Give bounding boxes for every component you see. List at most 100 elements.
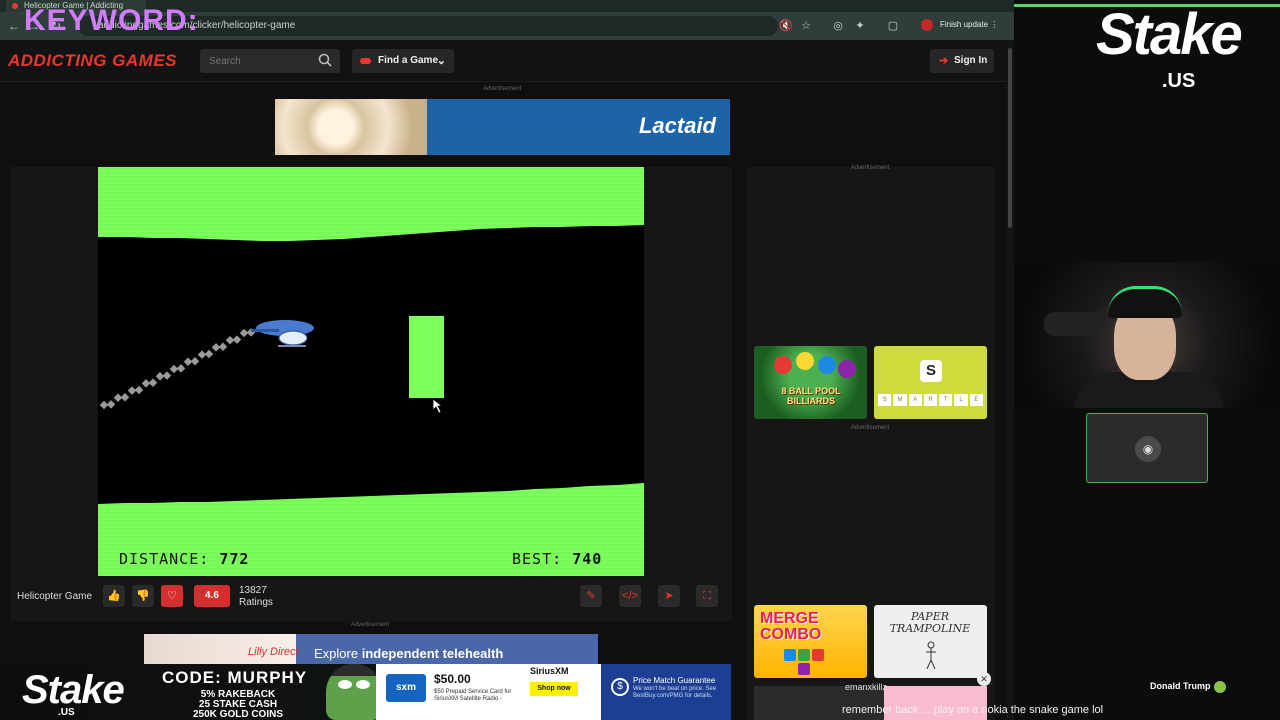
chat-display-name: Donald Trump bbox=[1150, 681, 1211, 691]
streamer-cap bbox=[1108, 286, 1182, 318]
sign-in-label: Sign In bbox=[954, 55, 988, 66]
search-icon[interactable] bbox=[318, 53, 332, 67]
page-scrollbar[interactable] bbox=[1006, 40, 1014, 720]
letter-tile: A bbox=[908, 394, 922, 406]
extension-icon[interactable]: ◎ bbox=[830, 18, 846, 34]
sxm-description: $50 Prepaid Service Card for SiriusXM Sa… bbox=[434, 689, 512, 702]
embed-code-button[interactable]: </> bbox=[619, 585, 641, 607]
ball-shape bbox=[796, 352, 814, 370]
ball-shape bbox=[774, 356, 792, 374]
site-logo[interactable]: ADDICTING GAMES bbox=[8, 51, 177, 71]
smoke-puff bbox=[190, 356, 200, 366]
emote-eye bbox=[356, 680, 370, 689]
price-match-ad[interactable]: $ Price Match Guarantee We won't be beat… bbox=[601, 664, 731, 720]
top-banner-ad[interactable]: Lactaid bbox=[275, 99, 730, 155]
bottom-banner-ad[interactable]: Lilly Direct Explore independent telehea… bbox=[144, 634, 598, 664]
smoke-puff bbox=[99, 400, 109, 410]
letter-tile: M bbox=[893, 394, 907, 406]
cave-ceiling bbox=[98, 167, 644, 241]
ad-brand: Lilly Direct bbox=[248, 646, 299, 658]
letter-tile: T bbox=[939, 394, 953, 406]
siriusxm-ad[interactable]: sxm SiriusXM $50.00 $50 Prepaid Service … bbox=[376, 664, 601, 720]
mute-icon[interactable]: 🔇 bbox=[778, 18, 794, 34]
ratings-summary: 13827 Ratings bbox=[239, 585, 273, 609]
finish-update-button[interactable]: Finish update ⋮ bbox=[940, 16, 998, 34]
thumb-title: MERGE COMBO bbox=[760, 610, 822, 643]
chevron-down-icon: ⌄ bbox=[436, 55, 446, 67]
game-thumb-billiards[interactable]: 8 BALL POOL BILLIARDS bbox=[754, 346, 867, 419]
letter-tile: R bbox=[923, 394, 938, 406]
ad-brand: Lactaid bbox=[638, 113, 716, 138]
thumbs-down-button[interactable]: 👎 bbox=[132, 585, 154, 607]
stick-figure-icon bbox=[926, 641, 936, 670]
best-value: 740 bbox=[572, 550, 603, 568]
distance-readout: DISTANCE: 772 bbox=[119, 550, 249, 568]
ad-label-top: Advertisement bbox=[482, 86, 522, 92]
ratings-count: 13827 bbox=[239, 585, 267, 596]
scrollbar-thumb[interactable] bbox=[1008, 48, 1012, 228]
finish-update-label: Finish update bbox=[940, 20, 989, 29]
smoke-puff bbox=[120, 392, 130, 402]
shop-now-button[interactable]: Shop now bbox=[530, 682, 578, 696]
close-ad-icon[interactable]: ✕ bbox=[977, 672, 991, 686]
fullscreen-button[interactable]: ⛶ bbox=[696, 585, 718, 607]
puzzle-icon[interactable]: ✦ bbox=[852, 18, 868, 34]
bookmark-star-icon[interactable]: ☆ bbox=[798, 18, 814, 34]
gamepad-icon bbox=[360, 58, 371, 64]
game-thumb-smartle[interactable]: S S M A R T L E bbox=[874, 346, 987, 419]
distance-value: 772 bbox=[219, 550, 250, 568]
profile-avatar-icon[interactable] bbox=[921, 19, 933, 31]
ad-text-bold: independent telehealth bbox=[361, 646, 504, 661]
edit-pencil-button[interactable]: ✎ bbox=[580, 585, 602, 607]
thumbs-up-button[interactable]: 👍 bbox=[103, 585, 125, 607]
ad-label-bottom: Advertisement bbox=[350, 622, 390, 628]
sxm-brand: SiriusXM bbox=[530, 666, 569, 676]
favorite-heart-button[interactable]: ♡ bbox=[161, 585, 183, 607]
dollar-icon: $ bbox=[611, 678, 629, 696]
emote-hat bbox=[326, 664, 382, 676]
smoke-puff bbox=[127, 386, 137, 395]
share-button[interactable]: ➤ bbox=[658, 585, 680, 607]
best-readout: BEST: 740 bbox=[512, 550, 602, 568]
pepe-emote bbox=[326, 664, 382, 720]
thumb-title: 8 BALL POOL BILLIARDS bbox=[781, 386, 841, 406]
microphone-shape bbox=[1044, 312, 1104, 336]
game-canvas[interactable] bbox=[98, 167, 644, 576]
game-scene bbox=[98, 167, 644, 576]
find-a-game-button[interactable]: Find a Game ⌄ bbox=[352, 49, 454, 73]
game-thumb-merge-combo[interactable]: MERGE COMBO bbox=[754, 605, 867, 678]
smoke-puff bbox=[169, 364, 179, 374]
sxm-logo: sxm bbox=[386, 674, 426, 702]
ball-shape bbox=[818, 356, 836, 374]
back-icon[interactable]: ← bbox=[6, 18, 22, 34]
camera-icon: ◉ bbox=[1135, 436, 1161, 462]
smoke-puff bbox=[148, 378, 158, 388]
letter-tile: S bbox=[878, 394, 892, 406]
search-input[interactable] bbox=[200, 49, 312, 73]
smoke-puff bbox=[197, 350, 207, 359]
smoke-puff bbox=[218, 342, 228, 352]
ad-photo bbox=[275, 99, 427, 155]
favicon-icon bbox=[12, 3, 18, 9]
keyword-overlay: KEYWORD: bbox=[24, 4, 199, 37]
promo-stake-logo: Stake bbox=[22, 668, 125, 712]
search-box bbox=[200, 49, 340, 73]
price-match-title: Price Match Guarantee bbox=[633, 676, 716, 685]
block-shape bbox=[798, 663, 810, 675]
ad-label-side-2: Advertisement bbox=[850, 425, 890, 431]
sign-in-button[interactable]: ➔ Sign In bbox=[930, 49, 994, 73]
game-thumb-paper-trampoline[interactable]: PAPER TRAMPOLINE bbox=[874, 605, 987, 678]
screen: Helicopter Game | Addicting ← → ↻ addict… bbox=[0, 0, 1280, 720]
ball-shape bbox=[838, 360, 856, 378]
sidepanel-icon[interactable]: ▢ bbox=[885, 18, 901, 34]
ratings-label: Ratings bbox=[239, 597, 273, 608]
site-header: ADDICTING GAMES Find a Game ⌄ ➔ Sign In bbox=[0, 40, 1006, 82]
ad-text: Explore independent telehealth bbox=[314, 646, 503, 661]
emote-eye bbox=[338, 680, 352, 689]
price-match-description: We won't be beat on price. See BestBuy.c… bbox=[633, 686, 717, 699]
smartle-tiles: S M A R T L E bbox=[878, 394, 983, 406]
camera-tile[interactable]: ◉ bbox=[1086, 413, 1208, 483]
smoke-puff bbox=[211, 343, 221, 352]
block-shape bbox=[784, 649, 796, 661]
smoke-puff bbox=[239, 328, 249, 338]
